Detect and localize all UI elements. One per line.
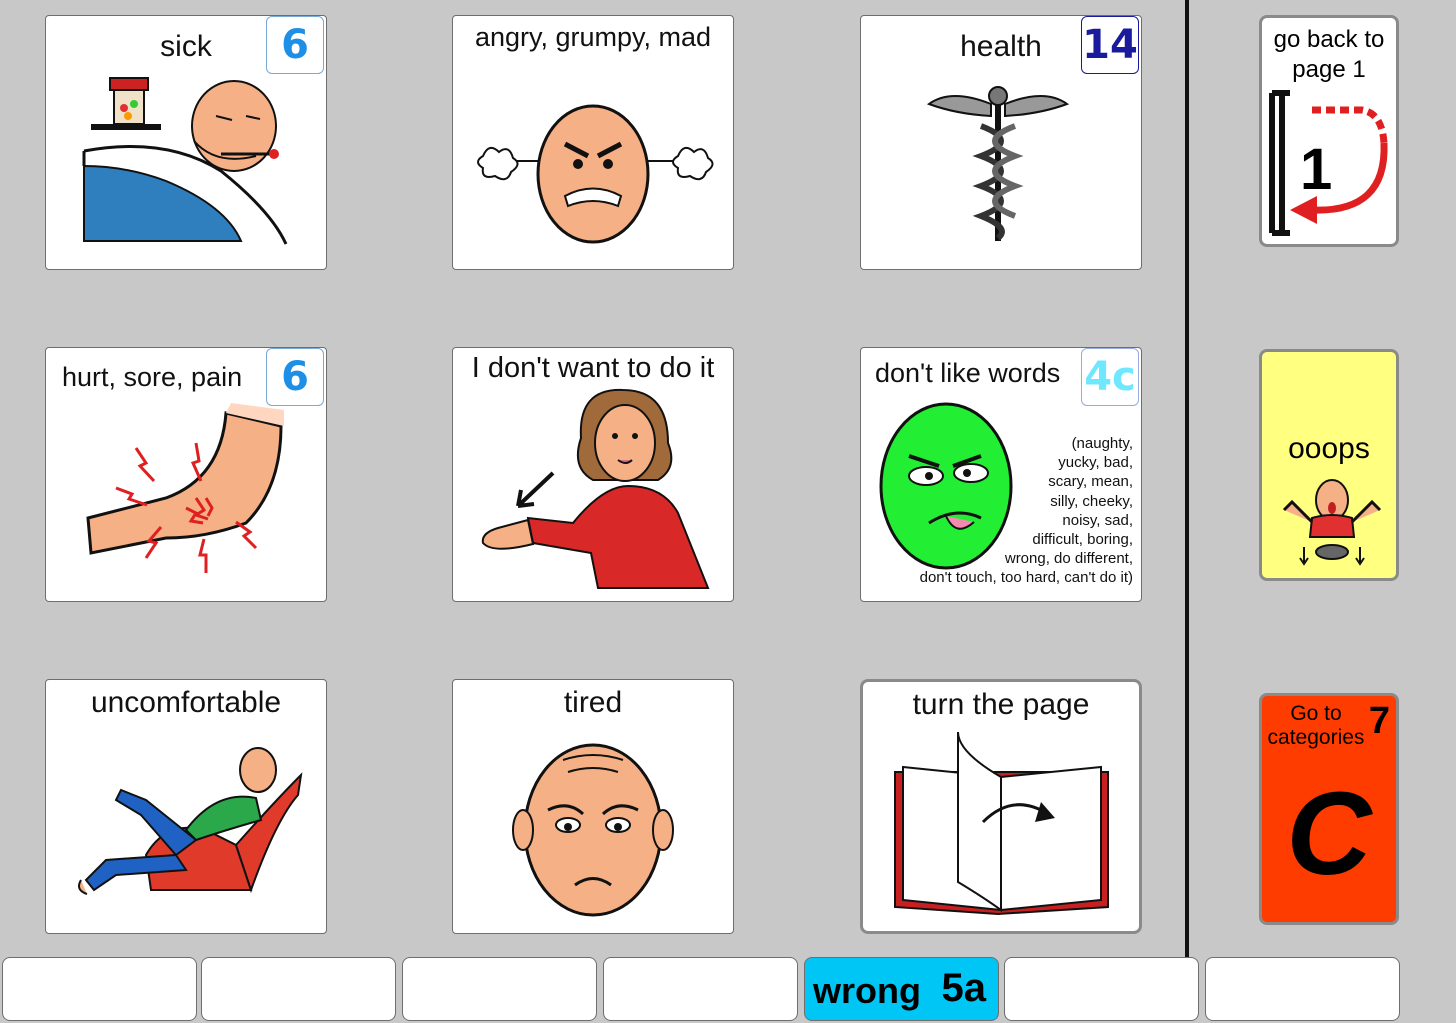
message-slot-4[interactable] [603,957,798,1021]
back-number: 1 [1300,137,1333,202]
categories-number: 7 [1368,700,1390,742]
cell-health[interactable]: health 14 [860,15,1142,270]
message-slot-7[interactable] [1205,957,1400,1021]
message-slot-2[interactable] [201,957,396,1021]
message-slot-1[interactable] [2,957,197,1021]
categories-line1: Go to [1290,702,1342,725]
tired-face-icon [512,743,674,917]
go-to-categories-button[interactable]: Go to categories 7 C [1259,693,1399,925]
cell-sick[interactable]: sick 6 [45,15,327,270]
caduceus-icon [926,86,1070,241]
hurt-arm-icon [86,403,284,573]
word-line: wrong, do different, [1004,550,1133,568]
cell-dont-like-words[interactable]: don't like words 4c (naughty, yucky, bad… [860,347,1142,602]
word-line: silly, cheeky, [1050,492,1133,510]
refusing-girl-icon [481,388,710,589]
open-book-icon [894,731,1109,916]
cell-angry[interactable]: angry, grumpy, mad [452,15,734,270]
word-line: difficult, boring, [1032,531,1133,549]
sick-person-in-bed-icon [82,77,288,245]
message-slot-6[interactable] [1004,957,1199,1021]
word-line: (naughty, [1071,435,1133,452]
cell-dont-want[interactable]: I don't want to do it [452,347,734,602]
divider [1185,0,1189,958]
uncomfortable-chair-icon [78,747,303,895]
word-line: scary, mean, [1048,473,1133,491]
cell-hurt[interactable]: hurt, sore, pain 6 [45,347,327,602]
word-line: don't touch, too hard, can't do it) [919,569,1133,587]
words-list: (naughty, yucky, bad, scary, mean, silly… [920,434,1133,588]
word-line: noisy, sad, [1062,511,1133,529]
cell-uncomfortable[interactable]: uncomfortable [45,679,327,934]
categories-line2: categories [1267,726,1365,749]
categories-letter: C [1286,768,1372,900]
oops-button[interactable]: ooops [1259,349,1399,581]
cell-tired[interactable]: tired [452,679,734,934]
angry-face-icon [477,104,714,244]
go-back-page1-button[interactable]: go back to page 1 1 [1259,15,1399,247]
word-line: yucky, bad, [1058,454,1133,472]
oops-figure-icon [1282,479,1382,566]
wrong-button[interactable]: wrong 5a [804,957,999,1021]
message-slot-3[interactable] [402,957,597,1021]
cell-turn-page[interactable]: turn the page [860,679,1142,934]
back-arrow-icon [1269,90,1388,236]
wrong-badge: 5a [941,966,987,1010]
wrong-label: wrong [813,970,921,1011]
